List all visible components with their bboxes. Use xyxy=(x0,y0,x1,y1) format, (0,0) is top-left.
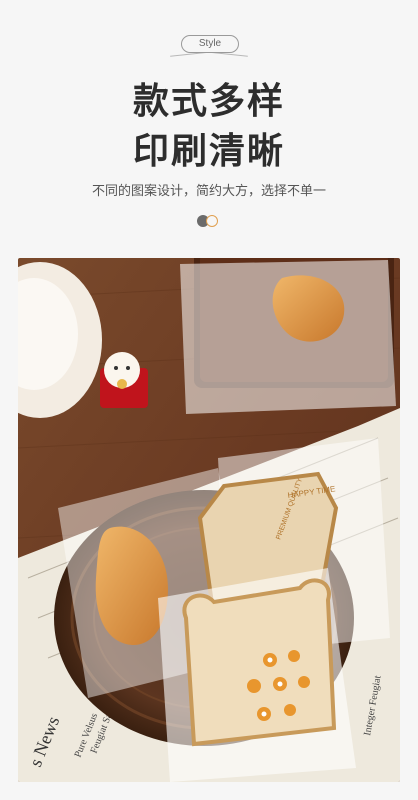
carousel-indicator[interactable] xyxy=(197,215,223,229)
page-title-line-1: 款式多样 xyxy=(132,81,285,122)
style-tag: Style xyxy=(181,35,239,53)
carousel-dot-inactive[interactable] xyxy=(206,215,218,227)
page-subtitle: 不同的图案设计，简约大方，选择不单一 xyxy=(91,184,326,199)
page-title-line-2: 印刷清晰 xyxy=(132,131,285,172)
product-photo: s News Pure Velsus Feugiat Sat Integer F… xyxy=(18,258,400,782)
